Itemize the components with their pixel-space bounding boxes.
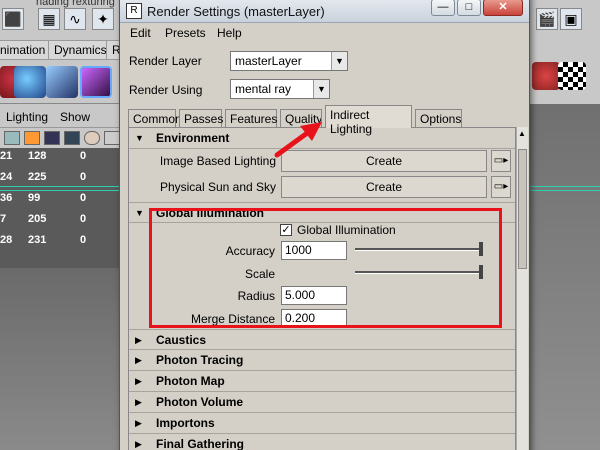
triangle-right-icon: ▶ (135, 418, 142, 428)
section-final-gathering[interactable]: ▶ Final Gathering (129, 434, 515, 450)
title-bar[interactable]: R Render Settings (masterLayer) — □ ✕ (120, 0, 529, 23)
section-photon-volume[interactable]: ▶ Photon Volume (129, 392, 515, 413)
light-icon[interactable] (532, 62, 560, 90)
chevron-down-icon: ▼ (331, 52, 347, 70)
sun-sky-label: Physical Sun and Sky (159, 180, 276, 194)
tab-passes[interactable]: Passes (179, 109, 223, 128)
window-icon: R (126, 3, 142, 19)
table-row: 7 205 0 (0, 213, 87, 225)
viewport[interactable] (0, 268, 130, 450)
maya-menu-fragment: nading rexturing (36, 0, 115, 8)
section-environment[interactable]: ▼ Environment (129, 128, 515, 149)
grid-line (0, 186, 130, 187)
viewport-right[interactable] (530, 104, 600, 450)
section-caustics[interactable]: ▶ Caustics (129, 329, 515, 350)
clapper-icon[interactable]: 🎬 (536, 8, 558, 30)
maximize-button[interactable]: □ (457, 0, 481, 16)
settings-scrollbar[interactable]: ▲ (516, 127, 528, 450)
triangle-right-icon: ▶ (135, 355, 142, 365)
volume-icon[interactable] (80, 66, 112, 98)
tab-options[interactable]: Options (415, 109, 462, 128)
sun-sky-create-button[interactable]: Create (281, 176, 487, 198)
settings-tabs: Common Passes Features Quality Indirect … (128, 105, 528, 136)
triangle-right-icon: ▶ (135, 335, 142, 345)
highlight-box (149, 208, 502, 328)
menu-bar: Edit Presets Help (120, 23, 529, 43)
tool-icon[interactable]: ⬛ (2, 8, 24, 30)
table-row: 36 99 0 (0, 192, 87, 204)
render-frame-icon[interactable]: ▣ (560, 8, 582, 30)
texture-icon[interactable] (64, 131, 80, 145)
minimize-button[interactable]: — (431, 0, 455, 16)
table-row: 28 231 0 (0, 234, 87, 246)
curve-tool-icon[interactable]: ∿ (64, 8, 86, 30)
smooth-icon[interactable] (4, 131, 20, 145)
menu-edit[interactable]: Edit (130, 26, 151, 40)
menu-lighting[interactable]: Lighting (6, 110, 48, 124)
shadow-icon[interactable] (104, 131, 120, 145)
ibl-label: Image Based Lighting (159, 154, 276, 168)
ibl-create-button[interactable]: Create (281, 150, 487, 172)
triangle-right-icon: ▶ (135, 397, 142, 407)
window-title: Render Settings (masterLayer) (147, 4, 325, 19)
close-button[interactable]: ✕ (483, 0, 523, 16)
table-row: 21 128 0 (0, 150, 87, 162)
menu-show[interactable]: Show (60, 110, 90, 124)
triangle-down-icon: ▼ (135, 208, 144, 218)
map-button-icon[interactable]: ▭▸ (491, 176, 511, 198)
triangle-right-icon: ▶ (135, 376, 142, 386)
triangle-right-icon: ▶ (135, 439, 142, 449)
tab-features[interactable]: Features (225, 109, 277, 128)
shelf-tab-animation[interactable]: nimation (0, 40, 52, 59)
tab-common[interactable]: Common (128, 109, 182, 128)
sphere-light-icon[interactable] (14, 66, 46, 98)
channel-table: 21 128 0 24 225 0 36 99 0 7 205 0 28 231… (0, 148, 130, 268)
shaded-icon[interactable] (44, 131, 60, 145)
cube-icon[interactable] (46, 66, 78, 98)
light-view-icon[interactable] (84, 131, 100, 145)
menu-help[interactable]: Help (217, 26, 242, 40)
snap-icon[interactable]: ✦ (92, 8, 114, 30)
menu-presets[interactable]: Presets (165, 26, 206, 40)
section-photon-tracing[interactable]: ▶ Photon Tracing (129, 350, 515, 371)
render-layer-dropdown[interactable]: masterLayer ▼ (230, 51, 348, 71)
checker-icon[interactable] (558, 62, 586, 90)
tool-icon[interactable]: ▦ (38, 8, 60, 30)
render-layer-label: Render Layer (129, 54, 202, 68)
tab-quality[interactable]: Quality (280, 109, 322, 128)
wireframe-icon[interactable] (24, 131, 40, 145)
triangle-down-icon: ▼ (135, 133, 144, 143)
scroll-thumb[interactable] (518, 149, 527, 269)
shelf-tab-dynamics[interactable]: Dynamics (48, 40, 113, 59)
render-using-dropdown[interactable]: mental ray ▼ (230, 79, 330, 99)
section-importons[interactable]: ▶ Importons (129, 413, 515, 434)
panel-toolbar (0, 128, 130, 148)
scroll-up-icon[interactable]: ▲ (518, 129, 526, 138)
chevron-down-icon: ▼ (313, 80, 329, 98)
panel-menu: Lighting Show (0, 104, 130, 128)
render-using-label: Render Using (129, 83, 203, 97)
section-photon-map[interactable]: ▶ Photon Map (129, 371, 515, 392)
right-toolbar: 🎬 ▣ (530, 0, 600, 104)
grid-line (530, 186, 600, 187)
tab-indirect-lighting[interactable]: Indirect Lighting (325, 105, 412, 136)
grid-line (0, 190, 130, 191)
grid-line (530, 190, 600, 191)
map-button-icon[interactable]: ▭▸ (491, 150, 511, 172)
